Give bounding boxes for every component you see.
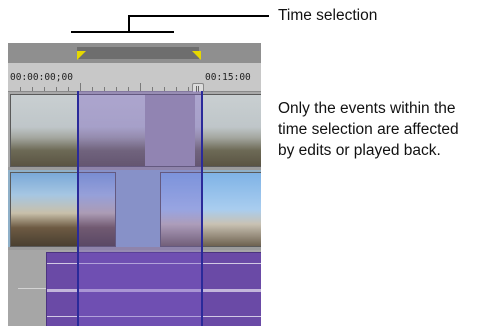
callout-line-vertical	[128, 15, 130, 33]
callout-description: Only the events within the time selectio…	[278, 100, 459, 159]
timeline-editor: 00:00:00;00 00:15:00	[8, 43, 261, 326]
callout-time-selection-label: Time selection	[278, 7, 378, 24]
video-thumbnail	[11, 95, 79, 166]
end-timecode: 00:15:00	[205, 72, 251, 83]
callout-line-top	[71, 31, 174, 33]
video-thumbnail	[195, 95, 261, 166]
loop-region-bar[interactable]	[77, 47, 199, 59]
audio-waveform-left	[18, 288, 46, 289]
loop-start-flag-icon[interactable]	[77, 51, 86, 60]
time-ruler[interactable]: 00:00:00;00 00:15:00	[8, 63, 261, 102]
time-selection-region[interactable]	[77, 91, 203, 326]
loop-end-flag-icon[interactable]	[192, 51, 201, 60]
callout-line-connector	[128, 15, 269, 17]
start-timecode: 00:00:00;00	[10, 72, 73, 83]
loop-region-ruler[interactable]	[8, 43, 261, 63]
